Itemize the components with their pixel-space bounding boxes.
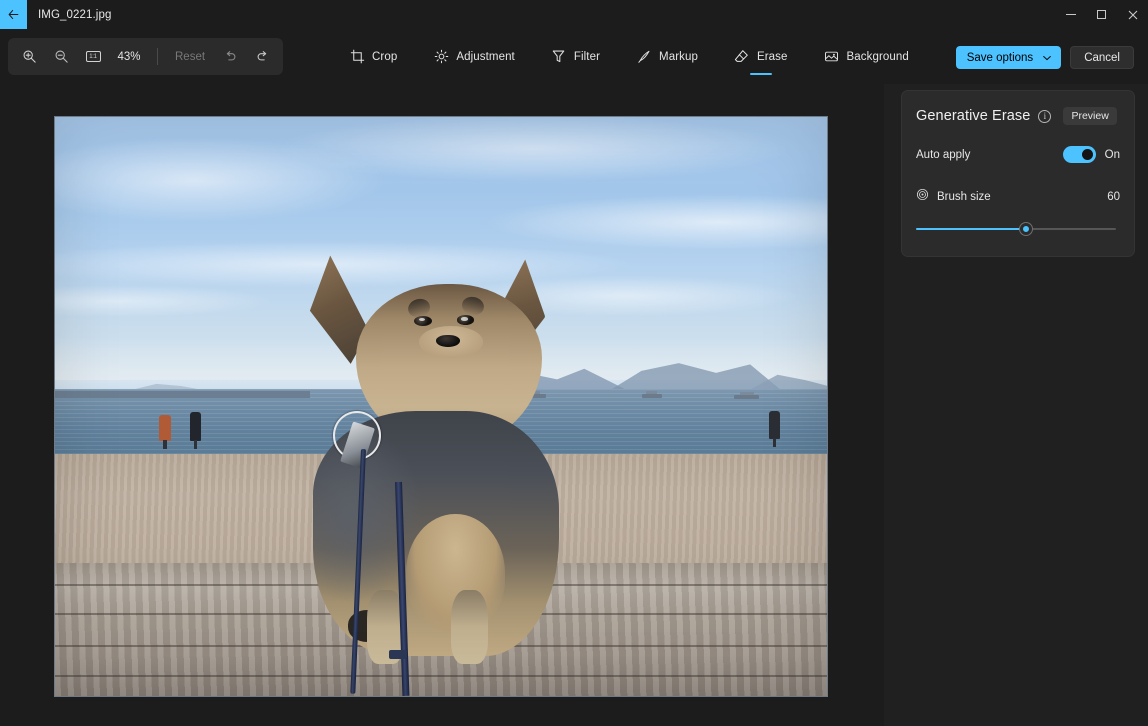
window-controls	[1055, 0, 1148, 29]
person-legs	[163, 440, 167, 449]
actual-size-button[interactable]: 1:1	[78, 42, 108, 71]
person-on-beach	[769, 411, 780, 439]
tab-filter-label: Filter	[574, 51, 600, 63]
preview-badge: Preview	[1063, 107, 1116, 125]
eye-highlight	[461, 317, 467, 320]
chevron-down-icon	[1042, 53, 1052, 63]
close-icon	[1128, 10, 1138, 20]
filter-icon	[551, 49, 567, 65]
brush-size-icon	[916, 188, 929, 206]
crop-icon	[349, 49, 365, 65]
tab-filter[interactable]: Filter	[547, 44, 604, 71]
maximize-icon	[1097, 10, 1106, 19]
tab-adjustment[interactable]: Adjustment	[429, 44, 519, 71]
cancel-label: Cancel	[1084, 52, 1120, 64]
brightness-icon	[433, 49, 449, 65]
minimize-icon	[1066, 14, 1076, 15]
photo-editor-window: IMG_0221.jpg	[0, 0, 1148, 726]
tab-crop[interactable]: Crop	[345, 44, 401, 71]
slider-thumb[interactable]	[1020, 223, 1032, 235]
toggle-knob	[1082, 149, 1093, 160]
slider-fill	[916, 228, 1026, 230]
tool-options-panel: Generative Erase i Preview Auto apply On	[884, 84, 1148, 726]
canvas-area[interactable]	[0, 84, 884, 726]
person-body	[190, 412, 201, 441]
eye-highlight	[419, 318, 425, 321]
pier	[55, 391, 310, 398]
generative-erase-card: Generative Erase i Preview Auto apply On	[901, 90, 1135, 257]
leash-knot	[389, 650, 408, 659]
title-bar: IMG_0221.jpg	[0, 0, 1148, 29]
brush-size-header: Brush size	[916, 188, 991, 206]
person-legs	[773, 438, 777, 447]
tab-erase-label: Erase	[757, 51, 788, 63]
auto-apply-toggle[interactable]	[1063, 146, 1096, 163]
tab-crop-label: Crop	[372, 51, 397, 63]
maximize-button[interactable]	[1086, 0, 1117, 29]
auto-apply-row: Auto apply On	[916, 146, 1120, 163]
zoom-out-button[interactable]	[46, 42, 76, 71]
ship	[642, 394, 662, 398]
tab-markup[interactable]: Markup	[632, 44, 702, 71]
person-legs	[194, 440, 198, 449]
zoom-level-label: 43%	[110, 51, 148, 63]
tab-background-label: Background	[847, 51, 909, 63]
photo-image[interactable]	[55, 117, 827, 696]
dog-eye	[457, 315, 475, 325]
action-buttons: Save options Cancel	[956, 46, 1134, 69]
reset-button[interactable]: Reset	[167, 47, 213, 67]
background-icon	[824, 49, 840, 65]
back-arrow-icon	[7, 8, 20, 21]
auto-apply-state: On	[1105, 149, 1120, 161]
close-button[interactable]	[1117, 0, 1148, 29]
toolbar-divider	[157, 48, 158, 65]
person-body	[769, 411, 780, 439]
info-icon[interactable]: i	[1038, 110, 1051, 123]
panel-title: Generative Erase	[916, 108, 1030, 124]
cancel-button[interactable]: Cancel	[1070, 46, 1134, 69]
eraser-icon	[734, 49, 750, 65]
dog-brow	[460, 295, 486, 318]
redo-icon	[255, 49, 270, 64]
tab-erase[interactable]: Erase	[730, 44, 792, 71]
auto-apply-label: Auto apply	[916, 149, 970, 161]
card-header: Generative Erase i Preview	[916, 107, 1120, 125]
redo-button[interactable]	[247, 42, 277, 71]
dog-subject	[287, 255, 619, 678]
actual-size-icon: 1:1	[86, 51, 101, 62]
brush-size-value: 60	[1107, 191, 1120, 203]
undo-icon	[223, 49, 238, 64]
brush-size-slider[interactable]	[916, 220, 1120, 238]
edit-tool-tabs: Crop Adjustment	[345, 40, 913, 74]
person-on-beach	[159, 415, 171, 441]
auto-apply-control: On	[1063, 146, 1120, 163]
brush-size-row: Brush size 60	[916, 188, 1120, 206]
mountain	[611, 357, 781, 389]
dog-leg	[451, 590, 488, 664]
zoom-in-icon	[22, 49, 37, 64]
minimize-button[interactable]	[1055, 0, 1086, 29]
photo-frame[interactable]	[54, 116, 828, 697]
tab-adjustment-label: Adjustment	[456, 51, 515, 63]
person-body	[159, 415, 171, 441]
ship	[734, 395, 759, 399]
zoom-toolbar: 1:1 43% Reset	[8, 38, 283, 75]
dog-eye	[414, 316, 432, 326]
person-on-beach	[190, 412, 201, 441]
back-button[interactable]	[0, 0, 27, 29]
undo-button[interactable]	[215, 42, 245, 71]
tab-markup-label: Markup	[659, 51, 698, 63]
brush-size-label: Brush size	[937, 191, 991, 203]
tab-background[interactable]: Background	[820, 44, 913, 71]
window-title: IMG_0221.jpg	[38, 0, 111, 29]
zoom-out-icon	[54, 49, 69, 64]
save-options-label: Save options	[967, 52, 1034, 64]
zoom-in-button[interactable]	[14, 42, 44, 71]
pen-icon	[636, 49, 652, 65]
save-options-button[interactable]: Save options	[956, 46, 1062, 69]
